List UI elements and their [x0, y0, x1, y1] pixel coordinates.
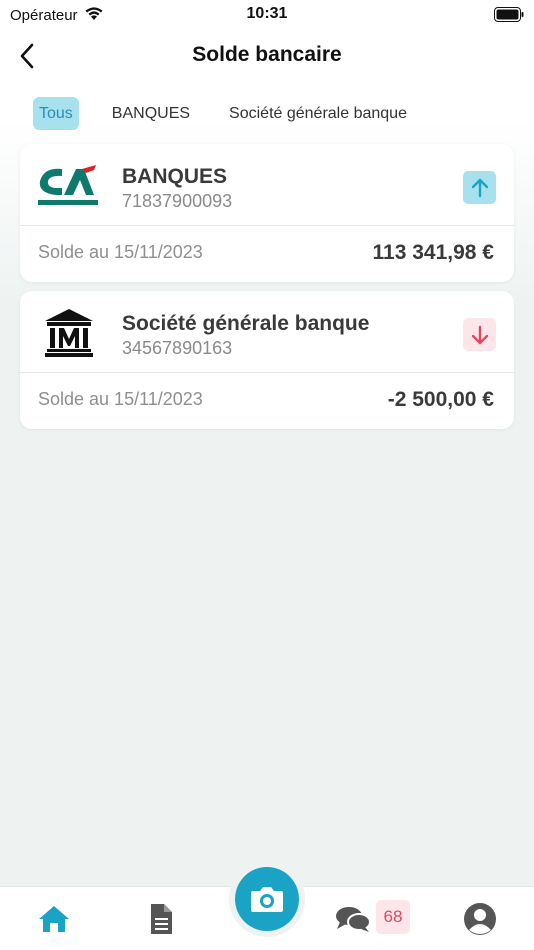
account-card-header: Société générale banque 34567890163	[20, 291, 514, 373]
camera-icon	[251, 887, 283, 912]
account-name: BANQUES	[122, 165, 228, 188]
bank-building-icon	[36, 309, 102, 357]
balance-date: Solde au 15/11/2023	[38, 242, 203, 262]
tab-all[interactable]: Tous	[33, 97, 79, 130]
account-card-footer: Solde au 15/11/2023 113 341,98 €	[20, 226, 514, 282]
nav-documents[interactable]	[141, 901, 181, 937]
balance-amount: -2 500,00 €	[387, 388, 494, 411]
nav-messages[interactable]	[333, 901, 373, 937]
tab-societe-generale[interactable]: Société générale banque	[223, 97, 413, 130]
document-icon	[151, 904, 172, 934]
arrow-down-icon	[471, 325, 488, 344]
filter-tabs: Tous BANQUES Société générale banque	[33, 97, 440, 130]
chat-icon	[336, 907, 371, 932]
status-time: 10:31	[246, 5, 288, 22]
battery-icon	[494, 7, 524, 26]
account-card-footer: Solde au 15/11/2023 -2 500,00 €	[20, 373, 514, 429]
trend-up-button[interactable]	[463, 171, 496, 204]
arrow-up-icon	[471, 178, 488, 197]
account-name: Société générale banque	[122, 312, 370, 335]
tab-banques[interactable]: BANQUES	[106, 97, 196, 130]
balance-date: Solde au 15/11/2023	[38, 389, 203, 409]
nav-header: Solde bancaire	[0, 34, 534, 78]
camera-button[interactable]	[235, 867, 299, 931]
account-card[interactable]: BANQUES 71837900093 Solde au 15/11/2023 …	[20, 144, 514, 282]
nav-profile[interactable]	[460, 901, 500, 937]
credit-agricole-logo	[36, 162, 102, 210]
account-card[interactable]: Société générale banque 34567890163 Sold…	[20, 291, 514, 429]
user-icon	[464, 903, 496, 935]
balance-amount: 113 341,98 €	[372, 241, 494, 264]
nav-home[interactable]	[34, 901, 74, 937]
page-title: Solde bancaire	[192, 43, 342, 66]
trend-down-button[interactable]	[463, 318, 496, 351]
status-bar: Opérateur 10:31	[0, 0, 534, 30]
messages-badge: 68	[376, 900, 410, 934]
home-icon	[39, 906, 69, 932]
account-number: 34567890163	[122, 338, 233, 358]
account-number: 71837900093	[122, 191, 233, 211]
account-card-header: BANQUES 71837900093	[20, 144, 514, 226]
